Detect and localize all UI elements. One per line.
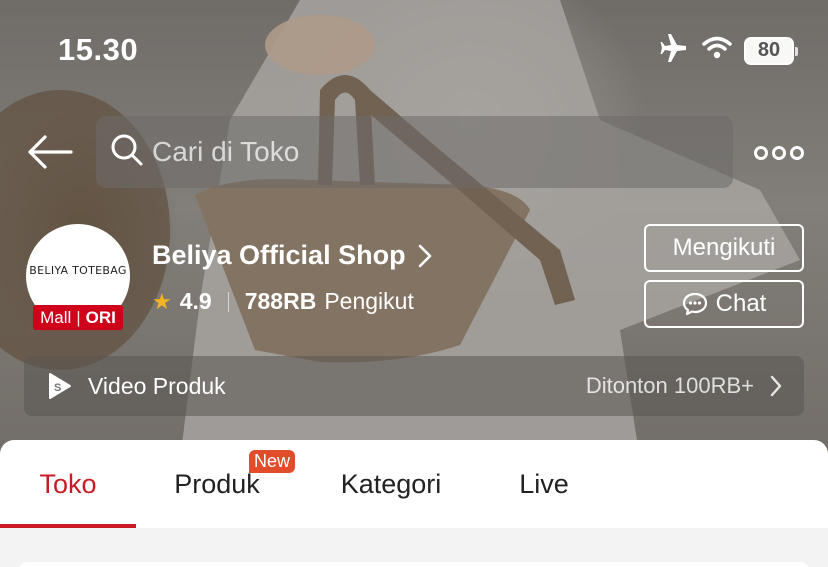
ori-label: ORI <box>85 307 116 327</box>
mall-ori-badge: Mall | ORI <box>33 305 123 330</box>
star-icon: ★ <box>152 288 172 314</box>
chat-bubble-icon <box>682 292 707 316</box>
video-product-bar[interactable]: S Video Produk Ditonton 100RB+ <box>24 356 804 416</box>
search-icon <box>110 133 144 172</box>
more-dots-icon <box>754 146 768 160</box>
tab-live[interactable]: Live <box>500 440 588 528</box>
tab-toko[interactable]: Toko <box>0 440 136 528</box>
followers-label: Pengikut <box>324 288 414 314</box>
followers-count: 788RB <box>244 288 317 314</box>
status-time: 15.30 <box>58 32 139 67</box>
back-button[interactable] <box>26 130 74 174</box>
status-icons: 80 <box>658 34 798 67</box>
battery-level: 80 <box>757 39 781 61</box>
more-options-button[interactable] <box>754 140 804 166</box>
search-bar[interactable] <box>96 116 733 188</box>
airplane-icon <box>658 34 690 67</box>
chevron-right-icon <box>418 244 431 267</box>
back-arrow-icon <box>28 135 73 169</box>
battery-indicator: 80 <box>744 36 798 65</box>
shop-name-link[interactable]: Beliya Official Shop <box>152 240 432 271</box>
shop-stats: ★ 4.9 788RB Pengikut <box>152 288 414 315</box>
chat-button[interactable]: Chat <box>644 280 804 328</box>
tab-kategori[interactable]: Kategori <box>320 440 462 528</box>
badge-divider: | <box>76 307 81 327</box>
search-input[interactable] <box>152 136 712 168</box>
content-card <box>18 562 810 567</box>
mall-label: Mall <box>40 307 72 327</box>
video-label: Video Produk <box>88 372 226 399</box>
wifi-icon <box>702 36 732 65</box>
shop-tabs: Toko Produk New Kategori Live <box>0 440 828 528</box>
shop-logo-text: BELIYA TOTEBAG <box>29 264 127 277</box>
follow-button[interactable]: Mengikuti <box>644 224 804 272</box>
shop-rating: 4.9 <box>179 288 212 314</box>
video-views: Ditonton 100RB+ <box>585 373 754 398</box>
chat-label: Chat <box>715 290 767 317</box>
new-badge: New <box>249 450 296 473</box>
shop-name: Beliya Official Shop <box>152 240 406 270</box>
svg-text:S: S <box>54 382 61 394</box>
video-play-icon: S <box>49 373 71 399</box>
stats-divider <box>227 291 229 312</box>
chevron-right-icon <box>770 375 782 397</box>
